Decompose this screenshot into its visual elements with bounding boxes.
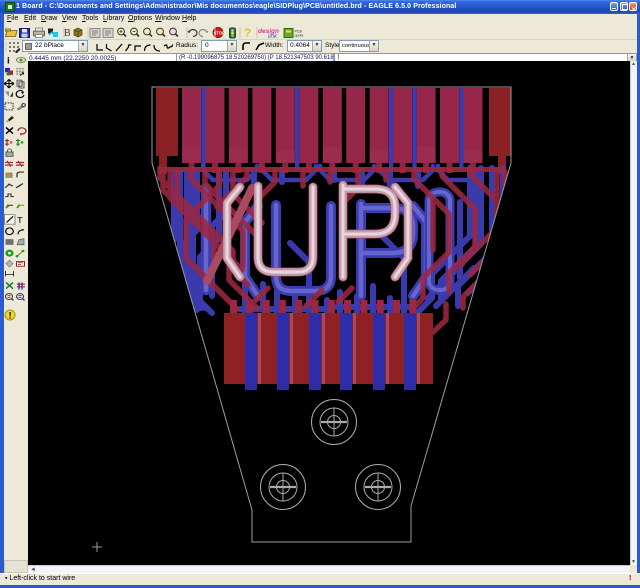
svg-text:quote: quote xyxy=(295,34,304,38)
svg-text:T: T xyxy=(17,215,23,224)
svg-text:i: i xyxy=(7,55,10,65)
svg-text:?: ? xyxy=(244,26,251,40)
svg-text:↗: ↗ xyxy=(19,71,25,78)
svg-text:B: B xyxy=(64,28,71,39)
svg-text:!: ! xyxy=(9,311,12,321)
